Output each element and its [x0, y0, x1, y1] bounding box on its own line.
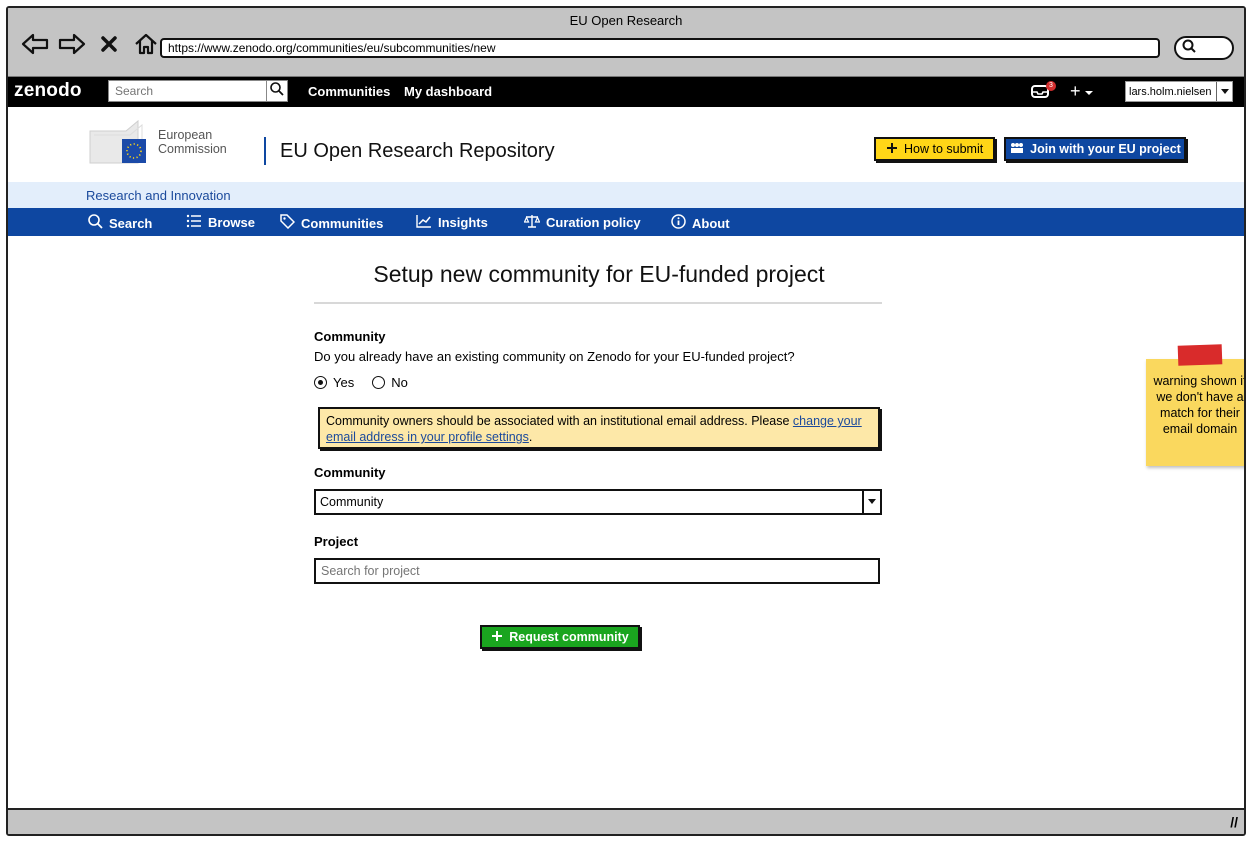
sticky-note-text: warning shown if we don't have a match f… [1153, 374, 1246, 436]
community-section-label: Community [314, 329, 386, 344]
tape-decoration [1177, 344, 1223, 366]
org-line-1: European [158, 128, 213, 142]
page-title: Setup new community for EU-funded projec… [373, 261, 825, 287]
browser-search[interactable] [1174, 36, 1234, 60]
scales-icon [523, 214, 541, 231]
browser-status-bar: // [8, 808, 1244, 834]
nav-my-dashboard[interactable]: My dashboard [404, 84, 492, 99]
back-icon[interactable] [20, 30, 50, 58]
chevron-down-icon [862, 491, 880, 513]
radio-empty-icon [372, 376, 386, 389]
search-icon [270, 81, 284, 101]
browser-nav [20, 30, 161, 58]
username: lars.holm.nielsen [1129, 85, 1212, 98]
org-line-2: Commission [158, 142, 227, 156]
project-search-input[interactable] [314, 558, 880, 584]
menu-insights[interactable]: Insights [416, 214, 488, 231]
radio-yes-label: Yes [333, 375, 355, 390]
forward-icon[interactable] [57, 30, 87, 58]
zenodo-topbar: zenodo Communities My dashboard 3 + lars… [8, 77, 1244, 107]
request-community-button[interactable]: Request community [480, 625, 640, 649]
email-warning-message: Community owners should be associated wi… [318, 407, 880, 449]
existing-community-question: Do you already have an existing communit… [314, 349, 795, 364]
menu-communities[interactable]: Communities [280, 214, 383, 232]
research-innovation-bar: Research and Innovation [8, 182, 1244, 208]
new-menu-button[interactable]: + [1070, 81, 1094, 102]
info-icon [671, 214, 686, 232]
join-eu-project-button[interactable]: Join with your EU project [1004, 137, 1186, 161]
menu-search-label: Search [109, 215, 153, 231]
url-bar[interactable]: https://www.zenodo.org/communities/eu/su… [160, 38, 1160, 58]
community-select-value: Community [320, 495, 384, 509]
project-label: Project [314, 534, 359, 549]
resize-grip-icon[interactable]: // [1230, 814, 1238, 830]
how-to-submit-button[interactable]: How to submit [874, 137, 996, 161]
search-button[interactable] [266, 80, 288, 102]
chevron-down-icon [1084, 81, 1094, 102]
repository-title: EU Open Research Repository [280, 140, 555, 162]
european-commission-text: European Commission [158, 128, 227, 156]
menu-search[interactable]: Search [88, 214, 152, 232]
how-to-submit-label: How to submit [904, 142, 984, 156]
sticky-note-annotation: warning shown if we don't have a match f… [1146, 344, 1246, 466]
menu-curation-policy-label: Curation policy [546, 215, 641, 230]
warning-end: . [528, 430, 533, 444]
header-divider [264, 137, 266, 165]
menu-about-label: About [692, 215, 730, 231]
zenodo-logo[interactable]: zenodo [14, 80, 82, 102]
home-icon[interactable] [131, 30, 161, 58]
existing-community-radio-group: Yes No [314, 375, 408, 390]
list-icon [186, 214, 202, 231]
research-innovation-link[interactable]: Research and Innovation [86, 188, 231, 203]
plus-icon: + [1070, 81, 1081, 101]
nav-communities[interactable]: Communities [308, 84, 390, 99]
user-menu[interactable]: lars.holm.nielsen [1125, 81, 1233, 102]
title-divider [314, 302, 882, 304]
menu-curation-policy[interactable]: Curation policy [523, 214, 641, 231]
menu-browse-label: Browse [208, 215, 255, 230]
european-commission-logo[interactable]: European Commission [86, 119, 227, 165]
chart-icon [416, 214, 432, 231]
tag-icon [280, 214, 296, 232]
menu-browse[interactable]: Browse [186, 214, 255, 231]
browser-window: EU Open Research https://www.zenodo.org/… [6, 6, 1246, 836]
plus-icon [491, 630, 503, 645]
inbox-badge: 3 [1046, 81, 1056, 91]
search-input[interactable] [108, 80, 268, 102]
users-icon [1009, 142, 1025, 157]
close-icon[interactable] [94, 30, 124, 58]
search-icon [1182, 39, 1196, 58]
radio-no-label: No [391, 375, 408, 390]
menu-communities-label: Communities [301, 215, 384, 231]
menu-insights-label: Insights [438, 215, 488, 230]
community-label: Community [314, 465, 386, 480]
radio-yes[interactable]: Yes [314, 375, 354, 390]
browser-chrome: EU Open Research https://www.zenodo.org/… [8, 8, 1244, 77]
eu-header: European Commission EU Open Research Rep… [8, 107, 1244, 182]
inbox-button[interactable]: 3 [1030, 81, 1056, 102]
join-eu-project-label: Join with your EU project [1030, 142, 1181, 156]
search-icon [88, 214, 103, 232]
radio-no[interactable]: No [372, 375, 408, 390]
eu-flag-icon [86, 119, 148, 165]
window-title: EU Open Research [569, 13, 683, 28]
radio-selected-icon [314, 376, 327, 389]
warning-text: Community owners should be associated wi… [326, 414, 793, 428]
plus-icon [886, 142, 898, 157]
chevron-down-icon [1216, 82, 1232, 101]
menu-about[interactable]: About [671, 214, 730, 232]
request-community-label: Request community [509, 630, 629, 644]
main-navigation: Search Browse Communities Insights Curat… [8, 208, 1244, 236]
community-select[interactable]: Community [314, 489, 882, 515]
